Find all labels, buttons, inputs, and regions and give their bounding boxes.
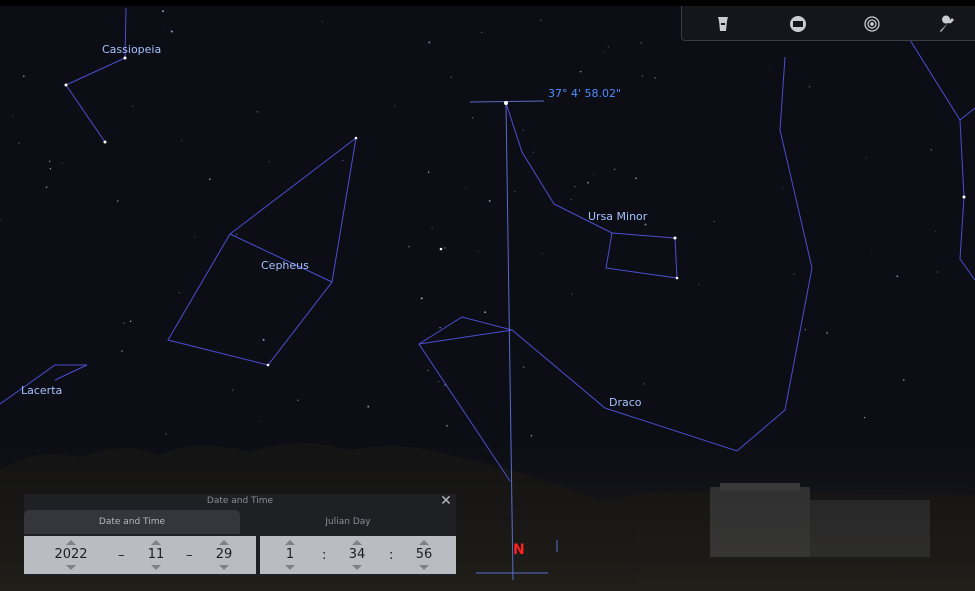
day-up-arrow[interactable] (219, 540, 229, 545)
draco-label[interactable]: Draco (609, 396, 642, 409)
window-icon[interactable] (785, 11, 811, 37)
altitude-readout: 37° 4' 58.02" (548, 87, 622, 100)
time-panel: 1 : 34 : 56 (260, 536, 456, 574)
year-down-arrow[interactable] (66, 565, 76, 570)
tab-julian-day[interactable]: Julian Day (240, 510, 456, 534)
cepheus-label[interactable]: Cepheus (261, 259, 309, 272)
time-separator: : (389, 548, 394, 563)
year-value[interactable]: 2022 (51, 547, 91, 562)
wrench-icon[interactable] (934, 11, 960, 37)
minute-value[interactable]: 34 (337, 547, 377, 562)
tab-date-and-time[interactable]: Date and Time (24, 510, 240, 534)
date-panel: 2022 – 11 – 29 (24, 536, 256, 574)
hour-down-arrow[interactable] (285, 565, 295, 570)
year-up-arrow[interactable] (66, 540, 76, 545)
second-value[interactable]: 56 (404, 547, 444, 562)
day-spinner[interactable]: 29 (204, 536, 244, 574)
month-spinner[interactable]: 11 (136, 536, 176, 574)
dialog-title: Date and Time (206, 496, 274, 506)
year-spinner[interactable]: 2022 (51, 536, 91, 574)
minute-up-arrow[interactable] (352, 540, 362, 545)
date-separator: – (118, 548, 125, 563)
minute-down-arrow[interactable] (352, 565, 362, 570)
target-icon[interactable] (859, 11, 885, 37)
month-value[interactable]: 11 (136, 547, 176, 562)
second-down-arrow[interactable] (419, 565, 429, 570)
month-down-arrow[interactable] (151, 565, 161, 570)
minute-spinner[interactable]: 34 (337, 536, 377, 574)
time-separator: : (322, 548, 327, 563)
month-up-arrow[interactable] (151, 540, 161, 545)
day-value[interactable]: 29 (204, 547, 244, 562)
day-down-arrow[interactable] (219, 565, 229, 570)
cassiopeia-label[interactable]: Cassiopeia (102, 43, 161, 56)
flashlight-icon[interactable] (710, 11, 736, 37)
date-time-dialog: Date and Time ✕ Date and Time Julian Day… (24, 494, 456, 576)
second-up-arrow[interactable] (419, 540, 429, 545)
second-spinner[interactable]: 56 (404, 536, 444, 574)
hour-up-arrow[interactable] (285, 540, 295, 545)
hour-spinner[interactable]: 1 (270, 536, 310, 574)
date-separator: – (186, 548, 193, 563)
lacerta-label[interactable]: Lacerta (21, 384, 62, 397)
top-toolbar (681, 6, 975, 41)
hour-value[interactable]: 1 (270, 547, 310, 562)
close-icon[interactable]: ✕ (439, 494, 453, 509)
ursa-minor-label[interactable]: Ursa Minor (588, 210, 647, 223)
compass-north-label: N (513, 542, 525, 558)
